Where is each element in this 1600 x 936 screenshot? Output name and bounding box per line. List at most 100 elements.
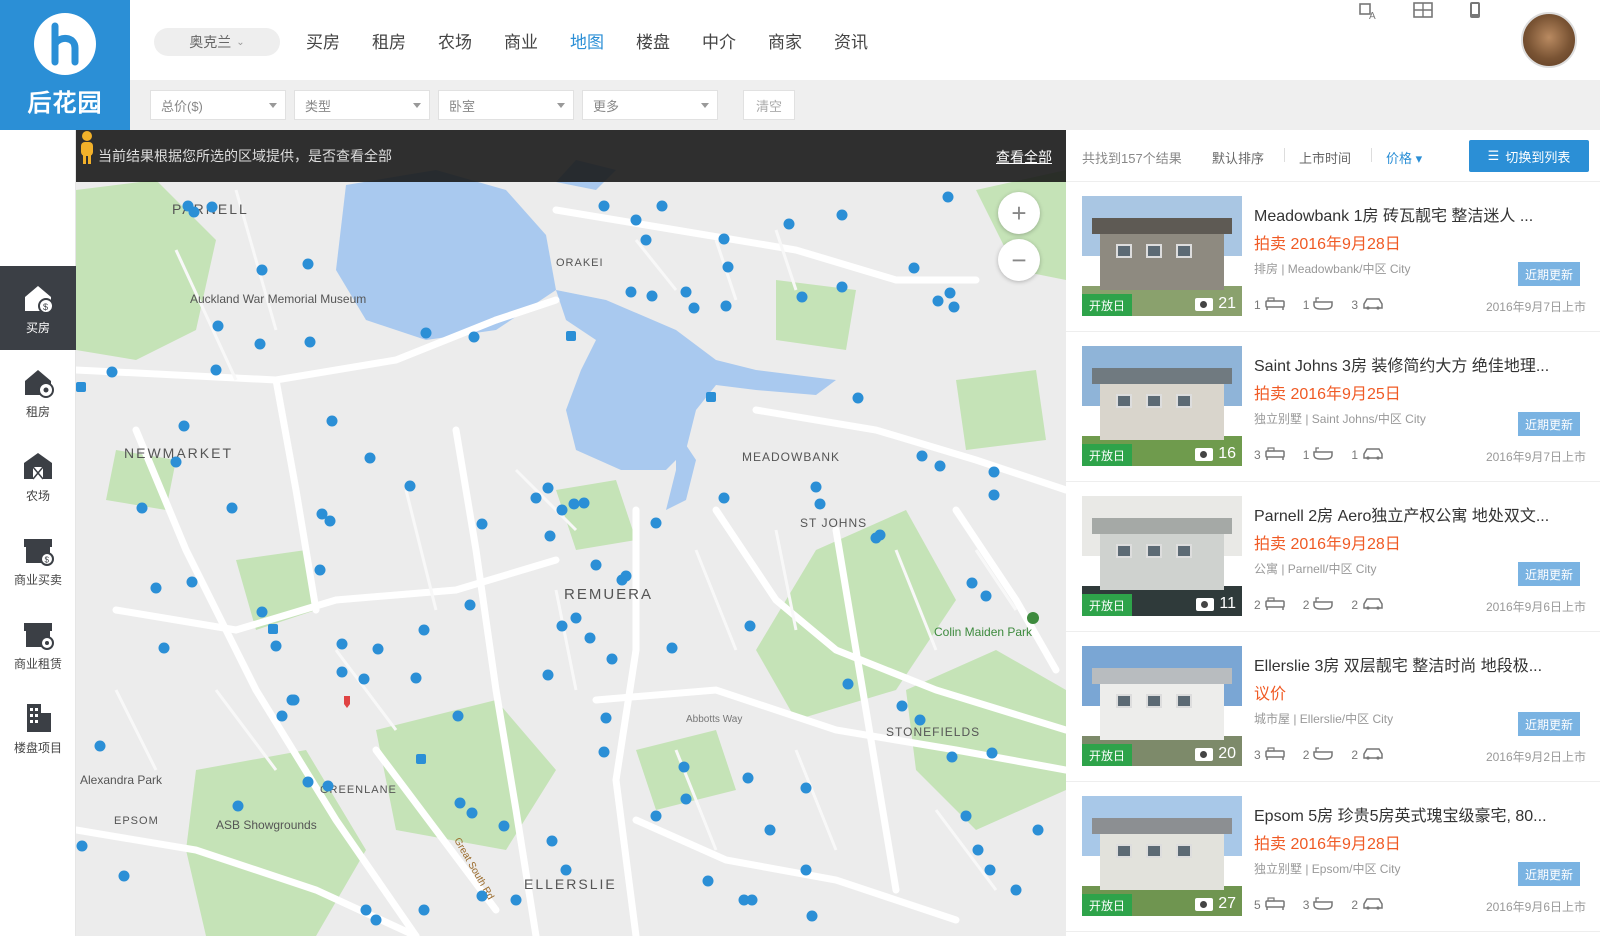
listing-pin[interactable]: [570, 612, 582, 624]
listing-pin[interactable]: [914, 714, 926, 726]
listing-pin[interactable]: [256, 606, 268, 618]
listing-pin[interactable]: [206, 201, 218, 213]
listing-pin[interactable]: [158, 642, 170, 654]
listing-pin[interactable]: [510, 894, 522, 906]
map-canvas[interactable]: PARNELL Auckland War Memorial Museum ORA…: [76, 130, 1066, 936]
listing-pin[interactable]: [836, 281, 848, 293]
listing-pin[interactable]: [326, 415, 338, 427]
nav-item-news[interactable]: 资讯: [834, 28, 868, 53]
listing-pin[interactable]: [336, 666, 348, 678]
recent-update-button[interactable]: 近期更新: [1518, 262, 1580, 286]
listing-pin[interactable]: [934, 460, 946, 472]
listing-pin[interactable]: [276, 710, 288, 722]
listing-pin[interactable]: [1032, 824, 1044, 836]
listing-pin[interactable]: [746, 894, 758, 906]
listing-pin[interactable]: [852, 392, 864, 404]
listing-photo[interactable]: 开放日 21: [1082, 196, 1242, 316]
listing-pin[interactable]: [476, 518, 488, 530]
listing-pin[interactable]: [806, 910, 818, 922]
listing-pin[interactable]: [842, 678, 854, 690]
listing-pin[interactable]: [364, 452, 376, 464]
nav-item-merchants[interactable]: 商家: [768, 28, 802, 53]
listing-pin[interactable]: [404, 480, 416, 492]
listing-pin[interactable]: [466, 807, 478, 819]
listing-title[interactable]: Saint Johns 3房 装修简约大方 绝佳地理...: [1254, 352, 1588, 376]
sidebar-item-commercial-sale[interactable]: $ 商业买卖: [0, 518, 76, 602]
listing-pin[interactable]: [212, 320, 224, 332]
listing-pin[interactable]: [544, 530, 556, 542]
listing-pin[interactable]: [314, 564, 326, 576]
listing-pin[interactable]: [372, 643, 384, 655]
listing-card[interactable]: 开放日 21 Meadowbank 1房 砖瓦靓宅 整洁迷人 ... 拍卖 2016年…: [1066, 182, 1600, 332]
listing-pin[interactable]: [542, 669, 554, 681]
listing-pin[interactable]: [542, 482, 554, 494]
recent-update-button[interactable]: 近期更新: [1518, 412, 1580, 436]
listing-pin[interactable]: [546, 835, 558, 847]
user-avatar[interactable]: [1521, 12, 1577, 68]
listing-pin[interactable]: [688, 302, 700, 314]
zoom-out-button[interactable]: −: [998, 239, 1040, 281]
listing-pin[interactable]: [360, 904, 372, 916]
listing-pin[interactable]: [150, 582, 162, 594]
listing-pin[interactable]: [810, 481, 822, 493]
listing-pin[interactable]: [640, 234, 652, 246]
filter-price[interactable]: 总价($): [150, 90, 286, 120]
phone-icon[interactable]: [1464, 2, 1486, 20]
filter-more[interactable]: 更多: [582, 90, 718, 120]
listing-pin[interactable]: [76, 840, 88, 852]
nav-item-buy[interactable]: 买房: [306, 28, 340, 53]
listing-pin[interactable]: [960, 810, 972, 822]
nav-item-rent[interactable]: 租房: [372, 28, 406, 53]
listing-pin[interactable]: [188, 206, 200, 218]
zoom-in-button[interactable]: +: [998, 192, 1040, 234]
sort-listing-date[interactable]: 上市时间: [1299, 148, 1351, 167]
listing-pin[interactable]: [764, 824, 776, 836]
listing-pin[interactable]: [718, 233, 730, 245]
listing-pin[interactable]: [948, 301, 960, 313]
listing-pin[interactable]: [118, 870, 130, 882]
listing-pin[interactable]: [288, 694, 300, 706]
listing-pin[interactable]: [606, 653, 618, 665]
listing-pin[interactable]: [718, 492, 730, 504]
listing-pin[interactable]: [358, 673, 370, 685]
nav-item-agents[interactable]: 中介: [702, 28, 736, 53]
listing-pin[interactable]: [226, 502, 238, 514]
listing-pin[interactable]: [210, 364, 222, 376]
sort-price[interactable]: 价格 ▾: [1386, 148, 1422, 167]
listing-pin[interactable]: [942, 191, 954, 203]
listing-pin[interactable]: [106, 366, 118, 378]
listing-pin[interactable]: [836, 209, 848, 221]
listing-pin[interactable]: [170, 456, 182, 468]
listing-pin[interactable]: [304, 336, 316, 348]
listing-photo[interactable]: 开放日 27: [1082, 796, 1242, 916]
listing-pin[interactable]: [650, 810, 662, 822]
listing-pin[interactable]: [232, 800, 244, 812]
sidebar-item-commercial-lease[interactable]: 商业租赁: [0, 602, 76, 686]
listing-pin[interactable]: [908, 262, 920, 274]
recent-update-button[interactable]: 近期更新: [1518, 862, 1580, 886]
listing-card[interactable]: 开放日 16 Saint Johns 3房 装修简约大方 绝佳地理... 拍卖 201…: [1066, 332, 1600, 482]
listing-pin[interactable]: [324, 515, 336, 527]
listing-pin[interactable]: [590, 559, 602, 571]
listing-pin[interactable]: [800, 864, 812, 876]
nav-item-farm[interactable]: 农场: [438, 28, 472, 53]
listing-title[interactable]: Meadowbank 1房 砖瓦靓宅 整洁迷人 ...: [1254, 202, 1588, 226]
listing-pin[interactable]: [498, 820, 510, 832]
listing-pin[interactable]: [984, 864, 996, 876]
recent-update-button[interactable]: 近期更新: [1518, 712, 1580, 736]
listing-card[interactable]: 开放日 27 Epsom 5房 珍贵5房英式瑰宝级豪宅, 80... 拍卖 2016年…: [1066, 782, 1600, 932]
listing-pin[interactable]: [800, 782, 812, 794]
listing-title[interactable]: Epsom 5房 珍贵5房英式瑰宝级豪宅, 80...: [1254, 802, 1588, 826]
listing-pin[interactable]: [680, 286, 692, 298]
listing-pin[interactable]: [980, 590, 992, 602]
listing-pin[interactable]: [598, 200, 610, 212]
listing-pin[interactable]: [932, 295, 944, 307]
filter-type[interactable]: 类型: [294, 90, 430, 120]
listing-pin[interactable]: [946, 751, 958, 763]
listing-pin[interactable]: [186, 576, 198, 588]
switch-to-list-button[interactable]: ☰ 切换到列表: [1469, 140, 1589, 172]
listing-pin[interactable]: [988, 489, 1000, 501]
listing-pin[interactable]: [600, 712, 612, 724]
translate-icon[interactable]: A: [1358, 2, 1380, 20]
listing-photo[interactable]: 开放日 20: [1082, 646, 1242, 766]
